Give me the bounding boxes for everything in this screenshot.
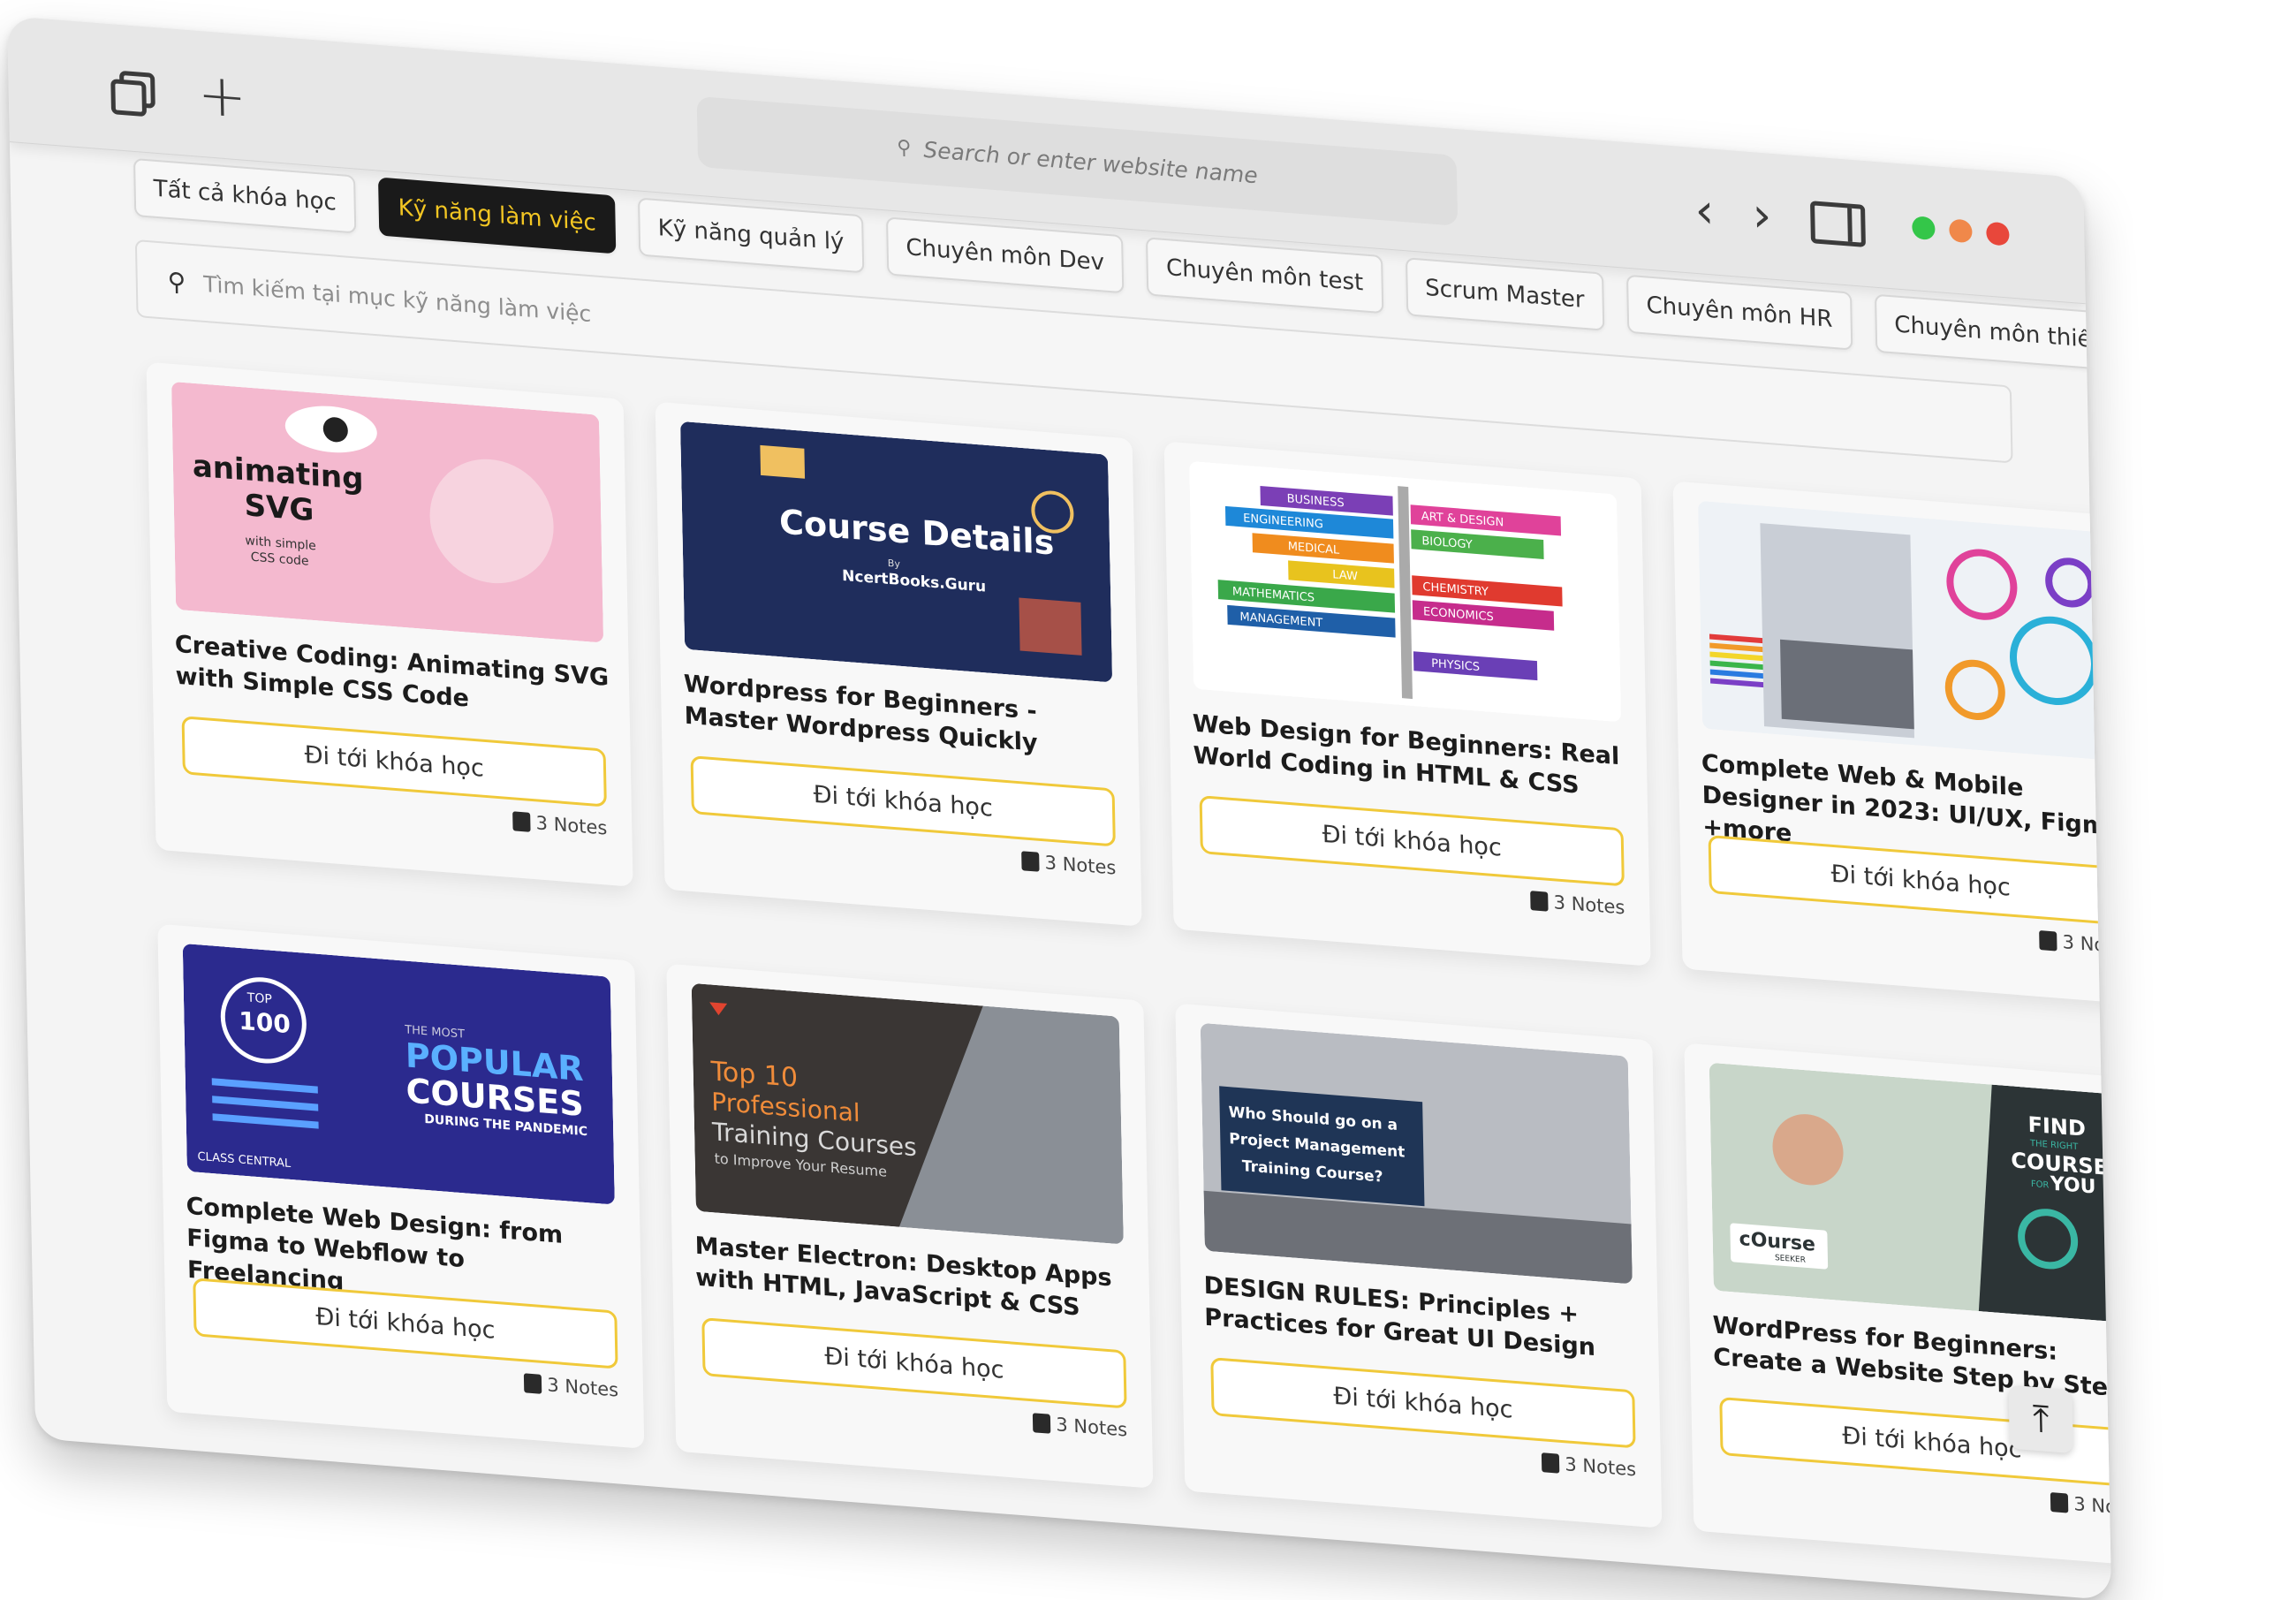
note-icon <box>2050 1492 2069 1513</box>
course-thumbnail[interactable]: TOP 100 THE MOST POPULAR COURSES DURING … <box>182 943 615 1205</box>
notes-count[interactable]: 3 Notes <box>512 810 608 839</box>
notes-count[interactable]: 3 Notes <box>1021 850 1117 879</box>
notes-label: 3 Notes <box>1056 1414 1128 1441</box>
address-bar[interactable]: ⚲ Search or enter website name <box>696 95 1459 226</box>
course-card: animating SVG with simple CSS code Creat… <box>146 361 633 887</box>
notes-label: 3 Notes <box>547 1374 619 1401</box>
go-to-course-button[interactable]: Đi tới khóa học <box>1210 1357 1636 1449</box>
go-to-course-button[interactable]: Đi tới khóa học <box>690 755 1116 847</box>
search-icon: ⚲ <box>896 135 912 160</box>
back-icon[interactable]: ‹ <box>1682 181 1727 239</box>
filter-design[interactable]: Chuyên môn thiết kế <box>1874 293 2112 375</box>
search-icon: ⚲ <box>167 266 186 297</box>
course-thumbnail[interactable]: Top 10 Professional Training Courses to … <box>691 982 1124 1245</box>
thumb-text: TOP <box>246 990 272 1006</box>
browser-window: + ⚲ Search or enter website name ‹ › Tất… <box>7 16 2112 1600</box>
course-grid: animating SVG with simple CSS code Creat… <box>146 361 2112 1568</box>
new-tab-icon[interactable]: + <box>193 60 251 132</box>
course-card: TOP 100 THE MOST POPULAR COURSES DURING … <box>157 923 645 1449</box>
course-thumbnail[interactable]: Course Details By NcertBooks.Guru <box>680 421 1113 683</box>
course-card: Complete Web & Mobile Designer in 2023: … <box>1672 481 2112 1006</box>
course-thumbnail[interactable]: BUSINESS ENGINEERING MEDICAL LAW MATHEMA… <box>1189 460 1622 723</box>
note-icon <box>2039 930 2057 952</box>
window-close-button[interactable] <box>1986 221 2010 246</box>
filter-dev[interactable]: Chuyên môn Dev <box>885 216 1125 294</box>
thumb-text: SVG <box>244 488 314 528</box>
course-title: Master Electron: Desktop Apps with HTML,… <box>694 1232 1112 1322</box>
course-thumbnail[interactable] <box>1698 500 2112 762</box>
go-to-course-button[interactable]: Đi tới khóa học <box>181 716 607 808</box>
note-icon <box>1530 891 1549 912</box>
thumb-text: By <box>888 557 901 570</box>
tabs-overview-icon[interactable] <box>103 62 157 119</box>
course-title: Web Design for Beginners: Real World Cod… <box>1192 709 1620 800</box>
note-icon <box>1033 1413 1051 1434</box>
course-card: BUSINESS ENGINEERING MEDICAL LAW MATHEMA… <box>1163 441 1651 967</box>
notes-count[interactable]: 3 Notes <box>2050 1491 2111 1520</box>
window-zoom-button[interactable] <box>1912 216 1936 241</box>
notes-count[interactable]: 3 Notes <box>2039 929 2111 958</box>
notes-count[interactable]: 3 Notes <box>1530 890 1625 918</box>
course-thumbnail[interactable]: FIND THE RIGHT COURSE FOR YOU cOurse SEE… <box>1709 1062 2112 1324</box>
course-card: Top 10 Professional Training Courses to … <box>666 963 1154 1489</box>
forward-icon[interactable]: › <box>1739 186 1785 243</box>
notes-label: 3 Notes <box>2062 931 2112 959</box>
mockup-stage: + ⚲ Search or enter website name ‹ › Tất… <box>0 0 2296 1600</box>
arrow-up-icon: ⤒ <box>2032 1396 2050 1442</box>
filter-all-courses[interactable]: Tất cả khóa học <box>133 157 357 234</box>
notes-label: 3 Notes <box>2073 1493 2112 1520</box>
course-card: Course Details By NcertBooks.Guru Wordpr… <box>655 401 1142 927</box>
thumb-text: LAW <box>1332 568 1358 583</box>
filter-management-skills[interactable]: Kỹ năng quản lý <box>638 197 865 274</box>
go-to-course-button[interactable]: Đi tới khóa học <box>1199 795 1625 887</box>
sidebar-toggle-icon[interactable] <box>1810 201 1866 247</box>
course-title: DESIGN RULES: Principles + Practices for… <box>1203 1271 1596 1362</box>
note-icon <box>1021 851 1040 872</box>
course-thumbnail[interactable]: animating SVG with simple CSS code <box>171 381 604 643</box>
filter-test[interactable]: Chuyên môn test <box>1146 237 1383 315</box>
notes-count[interactable]: 3 Notes <box>1542 1452 1636 1480</box>
notes-label: 3 Notes <box>1553 891 1625 919</box>
course-card: FIND THE RIGHT COURSE FOR YOU cOurse SEE… <box>1684 1043 2112 1568</box>
window-minimize-button[interactable] <box>1949 218 1973 244</box>
note-icon <box>524 1373 542 1394</box>
course-thumbnail[interactable]: Who Should go on a Project Management Tr… <box>1200 1022 1633 1285</box>
notes-label: 3 Notes <box>535 812 608 839</box>
thumb-text: FOR <box>2031 1179 2050 1191</box>
thumb-text: YOU <box>2050 1173 2096 1199</box>
note-icon <box>512 811 531 832</box>
note-icon <box>1542 1452 1560 1474</box>
course-title: Wordpress for Beginners - Master Wordpre… <box>683 670 1038 757</box>
address-placeholder: Search or enter website name <box>923 136 1258 188</box>
course-card: Who Should go on a Project Management Tr… <box>1175 1003 1663 1528</box>
notes-count[interactable]: 3 Notes <box>524 1372 619 1401</box>
filter-scrum-master[interactable]: Scrum Master <box>1405 257 1605 331</box>
filter-work-skills[interactable]: Kỹ năng làm việc <box>378 177 617 254</box>
scroll-to-top-button[interactable]: ⤒ <box>2008 1384 2073 1454</box>
go-to-course-button[interactable]: Đi tới khóa học <box>701 1317 1127 1409</box>
notes-label: 3 Notes <box>1565 1453 1637 1481</box>
thumb-text: FIND <box>2027 1112 2086 1141</box>
course-title: Creative Coding: Animating SVG with Simp… <box>174 630 610 713</box>
thumb-text: 100 <box>239 1006 291 1040</box>
search-placeholder: Tìm kiếm tại mục kỹ năng làm việc <box>202 270 592 327</box>
filter-hr[interactable]: Chuyên môn HR <box>1625 274 1853 351</box>
notes-label: 3 Notes <box>1044 852 1117 879</box>
notes-count[interactable]: 3 Notes <box>1033 1412 1128 1441</box>
